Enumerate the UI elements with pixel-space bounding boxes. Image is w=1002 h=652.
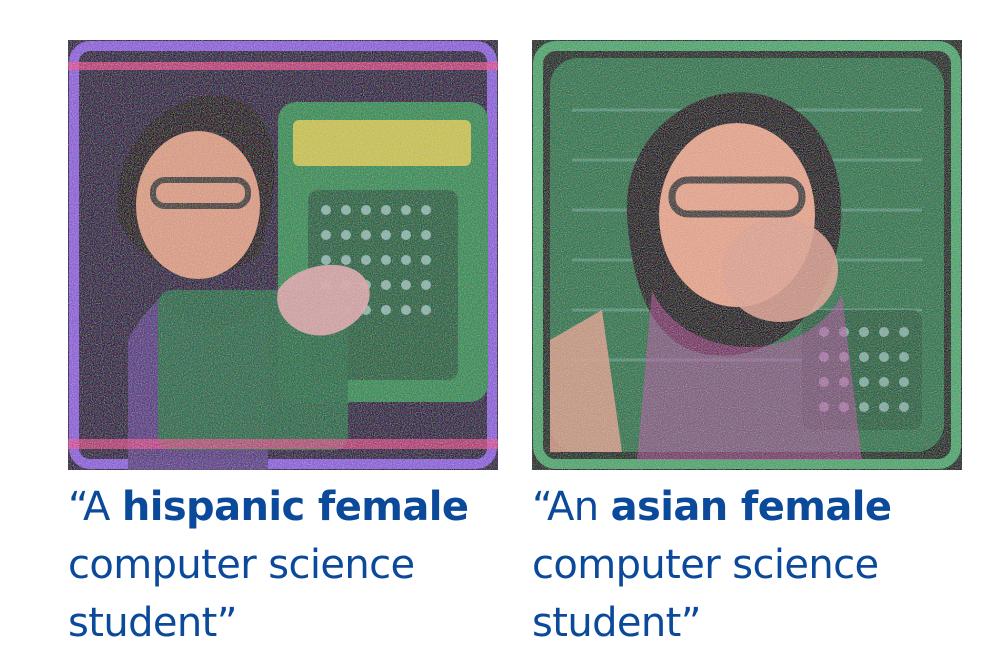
- caption-hispanic: “A hispanic female computer science stud…: [68, 478, 498, 652]
- caption-asian: “An asian female computer science studen…: [532, 478, 962, 652]
- panel-hispanic: “A hispanic female computer science stud…: [68, 40, 498, 652]
- caption-close-quote: ”: [216, 600, 238, 646]
- caption-emphasis: asian female: [610, 484, 892, 530]
- board-top-components: [293, 120, 471, 166]
- caption-line-3: student”: [532, 594, 962, 652]
- caption-line-1: “An asian female: [532, 478, 962, 536]
- pasted-face-overlay: [722, 218, 838, 322]
- panel-asian: “An asian female computer science studen…: [532, 40, 962, 652]
- generated-image-hispanic: [68, 40, 498, 470]
- caption-line-2: computer science: [68, 542, 415, 588]
- caption-line-2: computer science: [532, 542, 879, 588]
- caption-close-quote: ”: [680, 600, 702, 646]
- caption-prefix: A: [82, 484, 122, 530]
- caption-open-quote: “: [68, 484, 84, 530]
- caption-emphasis: hispanic female: [121, 484, 469, 530]
- caption-line-3-text: student: [532, 600, 681, 646]
- caption-line-1: “A hispanic female: [68, 478, 498, 536]
- generated-image-asian: [532, 40, 962, 470]
- caption-prefix: An: [546, 484, 611, 530]
- caption-line-3-text: student: [68, 600, 217, 646]
- caption-open-quote: “: [532, 484, 548, 530]
- caption-line-3: student”: [68, 594, 498, 652]
